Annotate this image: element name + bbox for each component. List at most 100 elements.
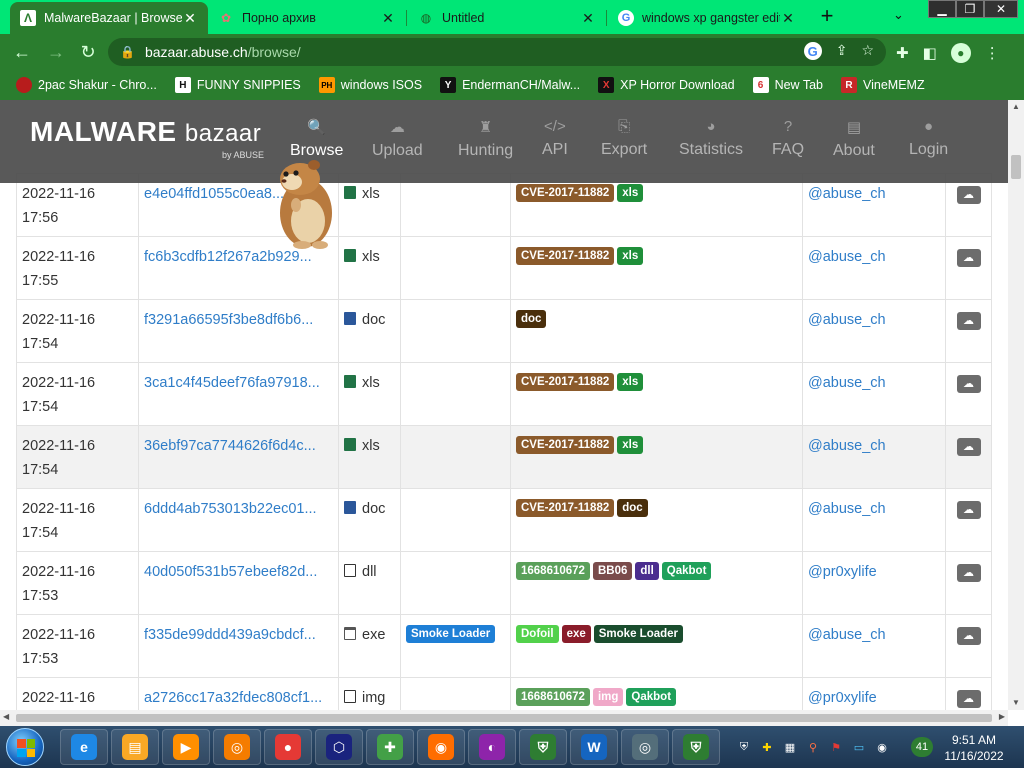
taskbar-app[interactable]: ▤: [111, 729, 159, 765]
reporter-link[interactable]: @abuse_ch: [808, 438, 886, 454]
cloud-download-icon[interactable]: ☁: [956, 249, 981, 267]
tag-badge[interactable]: xls: [617, 373, 644, 391]
tag-badge[interactable]: doc: [617, 499, 648, 517]
tag-badge[interactable]: xls: [617, 247, 644, 265]
taskbar-app[interactable]: ◐: [468, 729, 516, 765]
nav-hunting[interactable]: ♜ Hunting: [458, 118, 513, 160]
scroll-up-arrow-icon[interactable]: ▲: [1008, 100, 1024, 114]
lock-icon[interactable]: 🔒: [120, 45, 135, 59]
reporter-link[interactable]: @abuse_ch: [808, 312, 886, 328]
taskbar-app[interactable]: ▶: [162, 729, 210, 765]
close-tab-icon[interactable]: ✕: [780, 10, 796, 27]
maximize-icon[interactable]: ❐: [956, 0, 984, 18]
sample-hash-link[interactable]: fc6b3cdfb12f267a2b929...: [144, 249, 312, 265]
tab-porno-arkhiv[interactable]: ✿ Порно архив ✕: [208, 2, 406, 34]
search-tray-icon[interactable]: ⚲: [804, 738, 822, 756]
tab-search-chevron-icon[interactable]: ⌄: [893, 7, 904, 23]
scroll-right-arrow-icon[interactable]: ▶: [999, 712, 1005, 721]
tab-google-search[interactable]: G windows xp gangster edit ✕: [608, 2, 806, 34]
cloud-download-icon[interactable]: ☁: [956, 375, 981, 393]
bookmark-new-tab[interactable]: 6 New Tab: [752, 77, 823, 93]
system-clock[interactable]: 9:51 AM 11/16/2022: [934, 732, 1014, 764]
tag-badge[interactable]: 1668610672: [516, 688, 590, 706]
tag-badge[interactable]: doc: [516, 310, 547, 328]
scroll-left-arrow-icon[interactable]: ◀: [3, 712, 9, 721]
malwarebazaar-logo[interactable]: MALWARE bazaar: [30, 116, 261, 148]
temperature-badge[interactable]: 41: [911, 737, 933, 757]
scroll-down-arrow-icon[interactable]: ▼: [1008, 696, 1024, 710]
nav-api[interactable]: </> API: [542, 118, 568, 159]
sample-hash-link[interactable]: f335de99ddd439a9cbdcf...: [144, 627, 316, 643]
bookmark-star-icon[interactable]: ☆: [861, 42, 874, 60]
tag-badge[interactable]: CVE-2017-11882: [516, 436, 615, 454]
taskbar-app[interactable]: ✚: [366, 729, 414, 765]
cloud-download-icon[interactable]: ☁: [956, 564, 981, 582]
reporter-link[interactable]: @abuse_ch: [808, 501, 886, 517]
taskbar-app[interactable]: ◎: [621, 729, 669, 765]
taskbar-app[interactable]: ◎: [213, 729, 261, 765]
horizontal-scrollbar-thumb[interactable]: [16, 714, 992, 722]
taskbar-app[interactable]: W: [570, 729, 618, 765]
tag-badge[interactable]: Qakbot: [661, 562, 712, 580]
volume-tray-icon[interactable]: ◉: [873, 738, 891, 756]
tag-badge[interactable]: CVE-2017-11882: [516, 499, 615, 517]
close-tab-icon[interactable]: ✕: [380, 10, 396, 27]
forward-icon[interactable]: →: [46, 42, 66, 62]
bookmark-windows-isos[interactable]: PH windows ISOS: [318, 77, 422, 93]
back-icon[interactable]: ←: [12, 42, 32, 62]
reporter-link[interactable]: @pr0xylife: [808, 564, 877, 580]
sample-hash-link[interactable]: 3ca1c4f45deef76fa97918...: [144, 375, 320, 391]
signature-badge[interactable]: Smoke Loader: [406, 625, 496, 643]
menu-kebab-icon[interactable]: ⋮: [985, 44, 1000, 62]
tag-badge[interactable]: BB06: [592, 562, 633, 580]
tab-untitled[interactable]: ◍ Untitled ✕: [408, 2, 606, 34]
close-window-icon[interactable]: ✕: [984, 0, 1018, 18]
tag-badge[interactable]: img: [592, 688, 624, 706]
cloud-download-icon[interactable]: ☁: [956, 312, 981, 330]
bookmark-funny-snippies[interactable]: H FUNNY SNIPPIES: [174, 77, 301, 93]
tab-malwarebazaar[interactable]: Λ MalwareBazaar | Browse ✕: [10, 2, 208, 34]
sample-hash-link[interactable]: f3291a66595f3be8df6b6...: [144, 312, 313, 328]
tag-badge[interactable]: xls: [617, 184, 644, 202]
tag-badge[interactable]: Smoke Loader: [593, 625, 684, 643]
reporter-link[interactable]: @pr0xylife: [808, 690, 877, 706]
google-lens-icon[interactable]: G: [803, 42, 822, 60]
side-panel-icon[interactable]: ◧: [923, 44, 937, 62]
horizontal-scrollbar[interactable]: ◀ ▶: [0, 710, 1008, 726]
reload-icon[interactable]: ↻: [78, 42, 98, 62]
cloud-download-icon[interactable]: ☁: [956, 186, 981, 204]
nav-upload[interactable]: ☁ Upload: [372, 118, 423, 160]
flag-tray-icon[interactable]: ⚑: [827, 738, 845, 756]
sample-hash-link[interactable]: 6ddd4ab753013b22ec01...: [144, 501, 317, 517]
cloud-download-icon[interactable]: ☁: [956, 501, 981, 519]
close-tab-icon[interactable]: ✕: [182, 10, 198, 27]
tag-badge[interactable]: CVE-2017-11882: [516, 247, 615, 265]
cloud-download-icon[interactable]: ☁: [956, 627, 981, 645]
bookmark-endermanch[interactable]: Y EndermanCH/Malw...: [440, 77, 580, 93]
nav-faq[interactable]: ? FAQ: [772, 118, 804, 159]
taskbar-app[interactable]: ⛨: [672, 729, 720, 765]
sample-hash-link[interactable]: a2726cc17a32fdec808cf1...: [144, 690, 322, 706]
address-bar[interactable]: 🔒 bazaar.abuse.ch /browse/ G ⇪ ☆: [108, 38, 886, 66]
taskbar-app[interactable]: e: [60, 729, 108, 765]
reporter-link[interactable]: @abuse_ch: [808, 186, 886, 202]
minimize-icon[interactable]: ▁: [928, 0, 956, 18]
close-tab-icon[interactable]: ✕: [580, 10, 596, 27]
bookmark-2pac[interactable]: 2pac Shakur - Chro...: [16, 77, 157, 93]
nav-statistics[interactable]: ◕ Statistics: [679, 118, 743, 159]
new-tab-button[interactable]: +: [814, 5, 840, 29]
tag-badge[interactable]: exe: [561, 625, 591, 643]
nav-export[interactable]: ⎘ Export: [601, 118, 647, 159]
taskbar-app[interactable]: ⬡: [315, 729, 363, 765]
nav-login[interactable]: ● Login: [909, 118, 948, 159]
tag-badge[interactable]: 1668610672: [516, 562, 590, 580]
network-tray-icon[interactable]: ▦: [781, 738, 799, 756]
tag-badge[interactable]: CVE-2017-11882: [516, 184, 615, 202]
cloud-download-icon[interactable]: ☁: [956, 690, 981, 708]
tag-badge[interactable]: CVE-2017-11882: [516, 373, 615, 391]
start-button-icon[interactable]: [6, 728, 44, 766]
bookmark-vinememz[interactable]: R VineMEMZ: [841, 77, 925, 93]
tag-badge[interactable]: dll: [635, 562, 659, 580]
nav-about[interactable]: ▤ About: [833, 118, 875, 160]
taskbar-app[interactable]: ●: [264, 729, 312, 765]
